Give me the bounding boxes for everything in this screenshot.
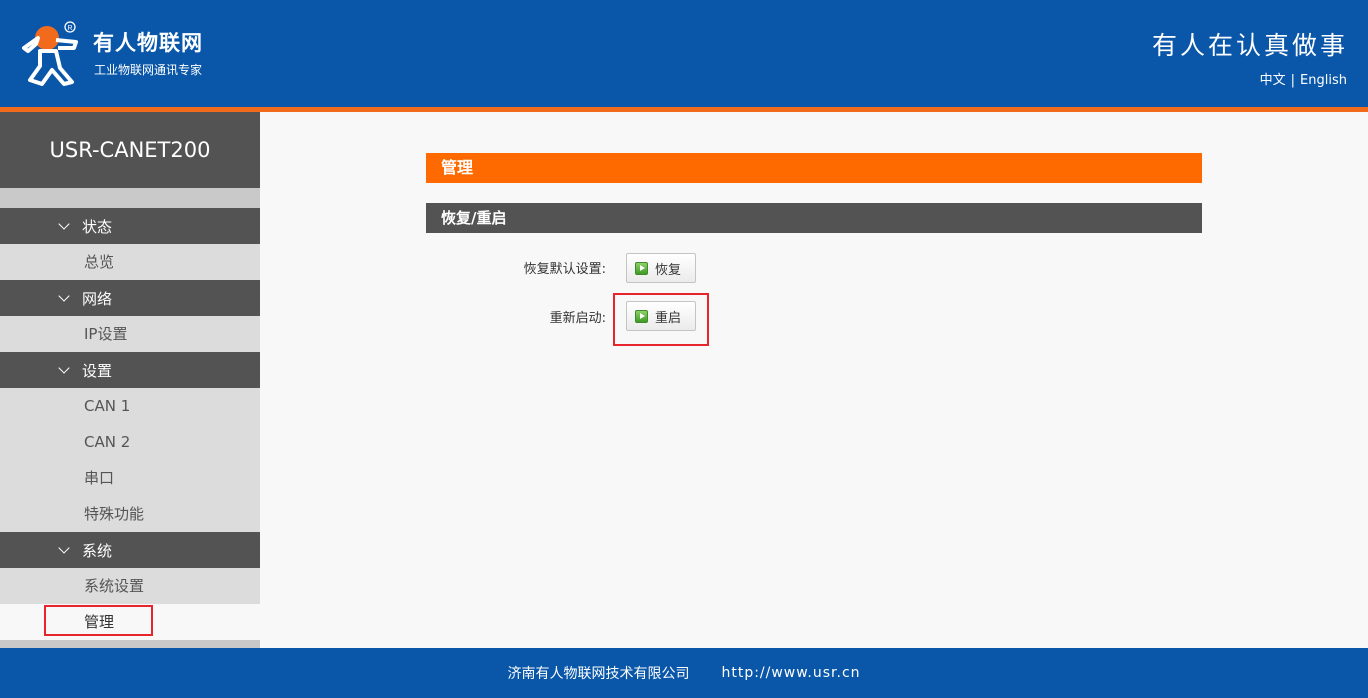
- highlight-box: [613, 293, 709, 346]
- sidebar-item-can2[interactable]: CAN 2: [0, 424, 260, 460]
- sidebar: USR-CANET200 状态 总览 网络 IP设置 设置 CAN 1 CAN …: [0, 112, 260, 648]
- svg-text:R: R: [67, 25, 72, 32]
- chevron-down-icon: [58, 289, 70, 302]
- highlight-box: [44, 605, 153, 636]
- language-switcher: 中文 | English: [1260, 69, 1347, 88]
- sidebar-item-system-settings[interactable]: 系统设置: [0, 568, 260, 604]
- restore-defaults-label: 恢复默认设置:: [523, 262, 606, 277]
- restore-button[interactable]: 恢复: [626, 253, 696, 283]
- device-name: USR-CANET200: [0, 112, 260, 188]
- slogan: 有人在认真做事: [1151, 31, 1348, 60]
- sidebar-item-management[interactable]: 管理: [0, 604, 260, 640]
- sidebar-item-can1[interactable]: CAN 1: [0, 388, 260, 424]
- brand-subtitle: 工业物联网通讯专家: [94, 63, 203, 77]
- brand-name: 有人物联网: [93, 31, 203, 55]
- menu-group-label: 状态: [82, 217, 113, 236]
- section-title: 管理: [426, 153, 1202, 183]
- sidebar-menu: 状态 总览 网络 IP设置 设置 CAN 1 CAN 2 串口 特殊功能 系统 …: [0, 208, 260, 640]
- sidebar-item-special-functions[interactable]: 特殊功能: [0, 496, 260, 532]
- chevron-down-icon: [58, 217, 70, 230]
- footer-company: 济南有人物联网技术有限公司: [507, 666, 690, 682]
- sidebar-item-ip-settings[interactable]: IP设置: [0, 316, 260, 352]
- restore-button-label: 恢复: [655, 262, 682, 278]
- menu-group-status[interactable]: 状态: [0, 208, 260, 244]
- usr-logo-icon: R: [22, 21, 78, 86]
- chevron-down-icon: [58, 541, 70, 554]
- menu-group-system[interactable]: 系统: [0, 532, 260, 568]
- menu-group-label: 网络: [82, 289, 113, 308]
- lang-zh-link[interactable]: 中文: [1260, 73, 1286, 88]
- menu-group-label: 设置: [82, 361, 113, 380]
- footer-url-link[interactable]: http://www.usr.cn: [721, 665, 860, 681]
- lang-en-link[interactable]: English: [1300, 73, 1347, 88]
- footer: 济南有人物联网技术有限公司 http://www.usr.cn: [0, 648, 1368, 698]
- subsection-title: 恢复/重启: [426, 203, 1202, 233]
- play-icon: [635, 261, 648, 275]
- reboot-label: 重新启动:: [549, 311, 606, 326]
- sidebar-item-overview[interactable]: 总览: [0, 244, 260, 280]
- menu-group-label: 系统: [82, 541, 113, 560]
- chevron-down-icon: [58, 361, 70, 374]
- sidebar-item-serial[interactable]: 串口: [0, 460, 260, 496]
- lang-separator: |: [1290, 73, 1296, 88]
- menu-group-settings[interactable]: 设置: [0, 352, 260, 388]
- menu-group-network[interactable]: 网络: [0, 280, 260, 316]
- header: R 有人物联网 工业物联网通讯专家 有人在认真做事 中文 | English: [0, 0, 1368, 107]
